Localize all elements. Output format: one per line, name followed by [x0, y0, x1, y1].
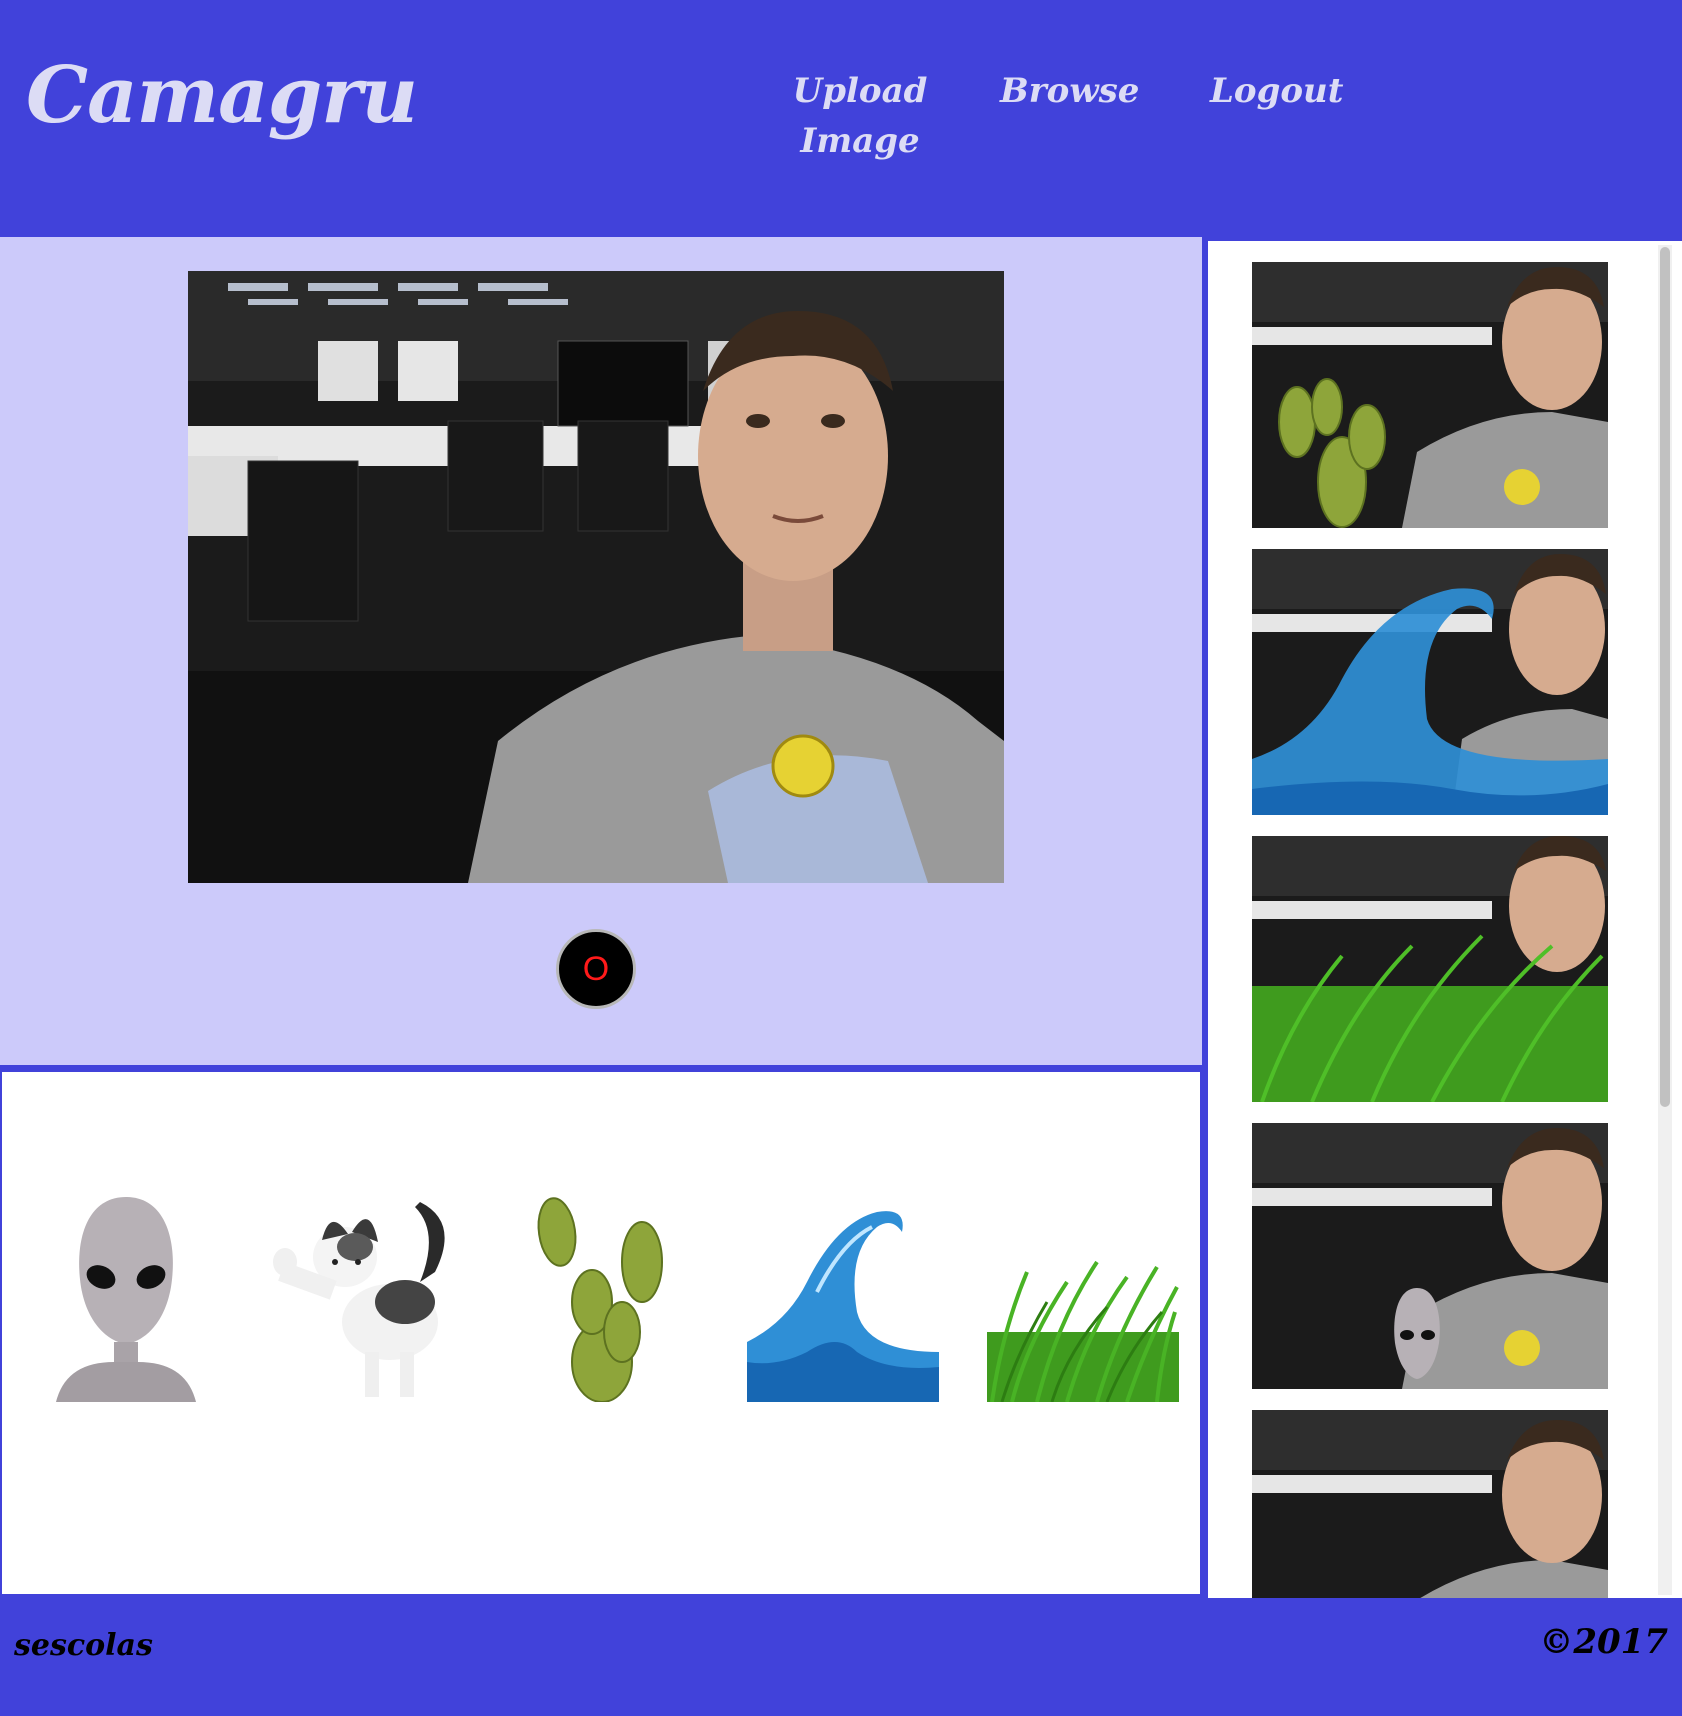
- webcam-preview: [188, 271, 1004, 883]
- footer-copyright: ©2017: [1539, 1622, 1668, 1662]
- nav-browse[interactable]: Browse: [1000, 66, 1139, 116]
- nav-upload-label-line1: Upload: [792, 71, 928, 111]
- gallery-thumbnail[interactable]: [1252, 1410, 1608, 1598]
- gallery-thumbnail[interactable]: [1252, 1123, 1608, 1389]
- footer: sescolas ©2017: [0, 1598, 1682, 1716]
- camera-panel: O: [0, 237, 1202, 1069]
- gallery-sidebar[interactable]: [1208, 241, 1682, 1598]
- nav-logout[interactable]: Logout: [1210, 66, 1343, 116]
- sticker-alien[interactable]: [56, 1192, 196, 1402]
- gallery-image: [1252, 262, 1608, 528]
- nav-upload-label-line2: Image: [800, 121, 920, 161]
- gallery-scrollbar-thumb[interactable]: [1660, 247, 1670, 1107]
- gallery-image: [1252, 836, 1608, 1102]
- gallery-thumbnail[interactable]: [1252, 549, 1608, 815]
- sticker-cactus[interactable]: [532, 1192, 672, 1402]
- app-logo[interactable]: Camagru: [26, 50, 418, 141]
- capture-button[interactable]: O: [556, 929, 636, 1009]
- gallery-image: [1252, 1123, 1608, 1389]
- gallery-image: [1252, 549, 1608, 815]
- capture-button-label: O: [582, 950, 610, 988]
- sticker-panel: [0, 1070, 1202, 1596]
- sticker-water-splash[interactable]: [747, 1202, 939, 1402]
- footer-username: sescolas: [14, 1628, 153, 1663]
- sticker-cat[interactable]: [270, 1192, 460, 1402]
- header: Camagru Upload Image Browse Logout: [0, 0, 1682, 237]
- nav-upload-image[interactable]: Upload Image: [790, 66, 930, 166]
- gallery-scrollbar[interactable]: [1658, 245, 1672, 1595]
- sticker-grass[interactable]: [987, 1252, 1179, 1402]
- webcam-frame-image: [188, 271, 1004, 883]
- gallery-thumbnail[interactable]: [1252, 836, 1608, 1102]
- gallery-image: [1252, 1410, 1608, 1598]
- gallery-thumbnail[interactable]: [1252, 262, 1608, 528]
